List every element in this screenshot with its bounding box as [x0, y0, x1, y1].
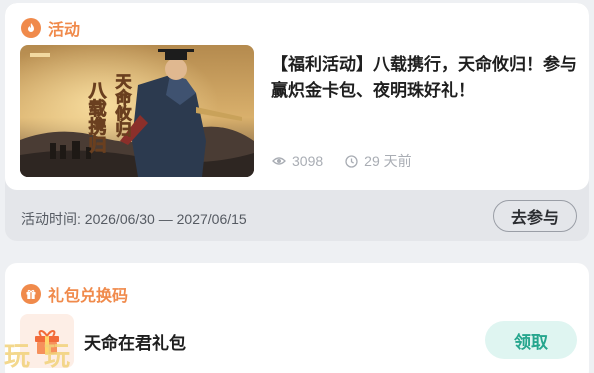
eye-icon [272, 157, 286, 165]
activity-section-header: 活动 [21, 16, 80, 40]
watermark-logo: 玩玩 [4, 342, 85, 372]
claim-button[interactable]: 领取 [485, 321, 577, 359]
age-stat: 29 天前 [345, 151, 412, 171]
activity-time-range: 活动时间: 2026/06/30 — 2027/06/15 [21, 211, 247, 227]
gift-section-title: 礼包兑换码 [48, 288, 129, 305]
activity-banner-image[interactable]: 八载携归 天命攸归 [20, 45, 254, 177]
activity-stats: 3098 29 天前 [272, 151, 412, 171]
join-button[interactable]: 去参与 [493, 200, 577, 232]
activity-section-title: 活动 [48, 22, 81, 39]
views-stat: 3098 [272, 153, 323, 169]
activity-card: 活动 八载携归 天命攸归 【福利活动】八载携行，天命攸归！参与赢炽金卡包、夜明珠… [5, 3, 589, 241]
activity-headline[interactable]: 【福利活动】八载携行，天命攸归！参与赢炽金卡包、夜明珠好礼！ [271, 52, 583, 104]
activity-card-body[interactable]: 活动 八载携归 天命攸归 【福利活动】八载携行，天命攸归！参与赢炽金卡包、夜明珠… [5, 3, 589, 190]
gift-package-name: 天命在君礼包 [84, 334, 186, 353]
gift-section-header: 礼包兑换码 [21, 282, 128, 306]
views-count: 3098 [292, 153, 324, 169]
post-age: 29 天前 [364, 153, 412, 169]
banner-title-left: 八载携归 [86, 81, 107, 154]
flame-icon [21, 18, 41, 38]
banner-title-right: 天命攸归 [113, 73, 133, 138]
clock-icon [345, 154, 358, 168]
gift-section-icon [21, 284, 41, 304]
gift-code-card: 礼包兑换码 天命在君礼包 领取 [5, 263, 589, 373]
